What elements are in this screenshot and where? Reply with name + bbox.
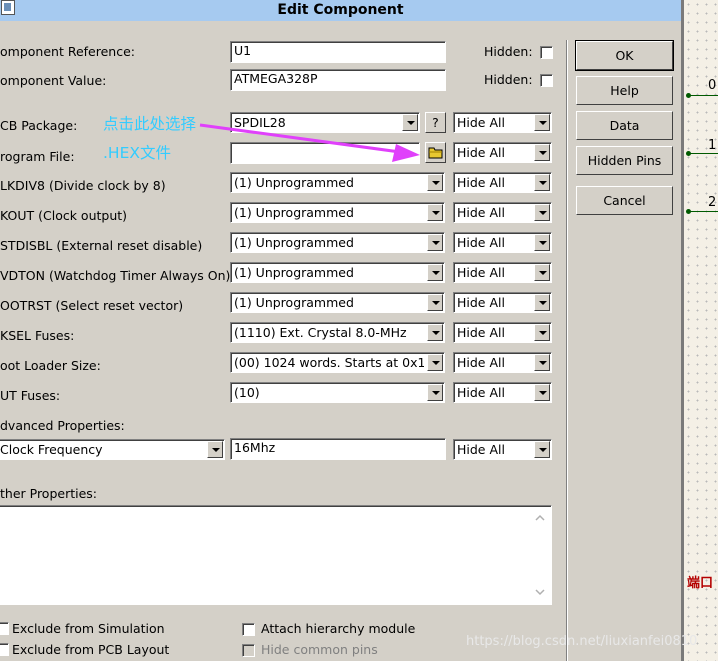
watermark: https://blog.csdn.net/liuxianfei0810 [466, 634, 698, 649]
annotation-arrow [199, 123, 420, 162]
